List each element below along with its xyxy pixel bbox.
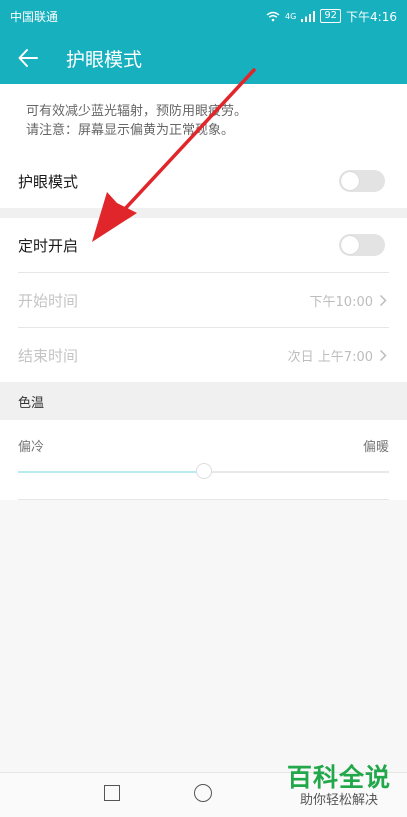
description-block: 可有效减少蓝光辐射，预防用眼疲劳。 请注意：屏幕显示偏黄为正常现象。 xyxy=(0,84,407,154)
carrier-name: 中国联通 xyxy=(10,9,59,24)
clock: 下午4:16 xyxy=(346,9,397,24)
chevron-right-icon xyxy=(379,349,387,361)
toggle-knob xyxy=(341,172,359,190)
cool-label: 偏冷 xyxy=(18,440,45,455)
scheduled-toggle[interactable] xyxy=(339,234,385,256)
watermark-logo: 百科全说 助你轻松解决 xyxy=(283,763,395,809)
signal-icon xyxy=(301,10,316,22)
watermark-sub: 助你轻松解决 xyxy=(299,793,378,808)
app-bar: 护眼模式 xyxy=(0,32,407,84)
network-type: 4G xyxy=(285,11,297,21)
circle-icon[interactable] xyxy=(194,784,212,802)
end-time-row[interactable]: 结束时间 次日 上午7:00 xyxy=(0,328,407,382)
end-time-value-group: 次日 上午7:00 xyxy=(288,346,387,365)
divider xyxy=(18,499,389,500)
section-gap xyxy=(0,208,407,218)
status-icons: 4G 92 下午4:16 xyxy=(266,8,397,25)
temperature-labels: 偏冷 偏暖 xyxy=(0,420,407,455)
divider xyxy=(0,272,407,273)
square-icon[interactable] xyxy=(104,785,120,801)
divider xyxy=(0,327,407,328)
start-time-value-group: 下午10:00 xyxy=(310,291,387,310)
warm-label: 偏暖 xyxy=(362,440,389,455)
start-time-label: 开始时间 xyxy=(18,291,79,310)
eye-comfort-toggle[interactable] xyxy=(339,170,385,192)
arrow-left-icon[interactable] xyxy=(16,46,40,70)
toggle-knob xyxy=(341,236,359,254)
battery-level: 92 xyxy=(320,9,342,23)
color-temperature-header: 色温 xyxy=(0,382,407,420)
eye-comfort-label: 护眼模式 xyxy=(18,172,79,191)
slider-fill xyxy=(18,471,204,473)
page-title: 护眼模式 xyxy=(66,48,143,71)
start-time-value: 下午10:00 xyxy=(309,294,373,310)
description-line-1: 可有效减少蓝光辐射，预防用眼疲劳。 xyxy=(26,104,248,119)
end-time-value: 次日 上午7:00 xyxy=(287,349,373,365)
settings-content: 可有效减少蓝光辐射，预防用眼疲劳。 请注意：屏幕显示偏黄为正常现象。 护眼模式 … xyxy=(0,84,407,773)
description-line-2: 请注意：屏幕显示偏黄为正常现象。 xyxy=(26,123,235,138)
watermark-main: 百科全说 xyxy=(286,763,391,792)
start-time-row[interactable]: 开始时间 下午10:00 xyxy=(0,273,407,327)
chevron-right-icon xyxy=(379,294,387,306)
slider-thumb[interactable] xyxy=(195,463,212,479)
status-bar: 中国联通 4G 92 下午4:16 xyxy=(0,0,407,32)
temperature-slider[interactable] xyxy=(18,463,389,479)
wifi-icon xyxy=(266,11,280,21)
end-time-label: 结束时间 xyxy=(18,346,79,365)
scheduled-row[interactable]: 定时开启 xyxy=(0,218,407,272)
eye-comfort-row[interactable]: 护眼模式 xyxy=(0,154,407,208)
scheduled-label: 定时开启 xyxy=(18,236,79,255)
color-temperature-block: 偏冷 偏暖 xyxy=(0,420,407,500)
